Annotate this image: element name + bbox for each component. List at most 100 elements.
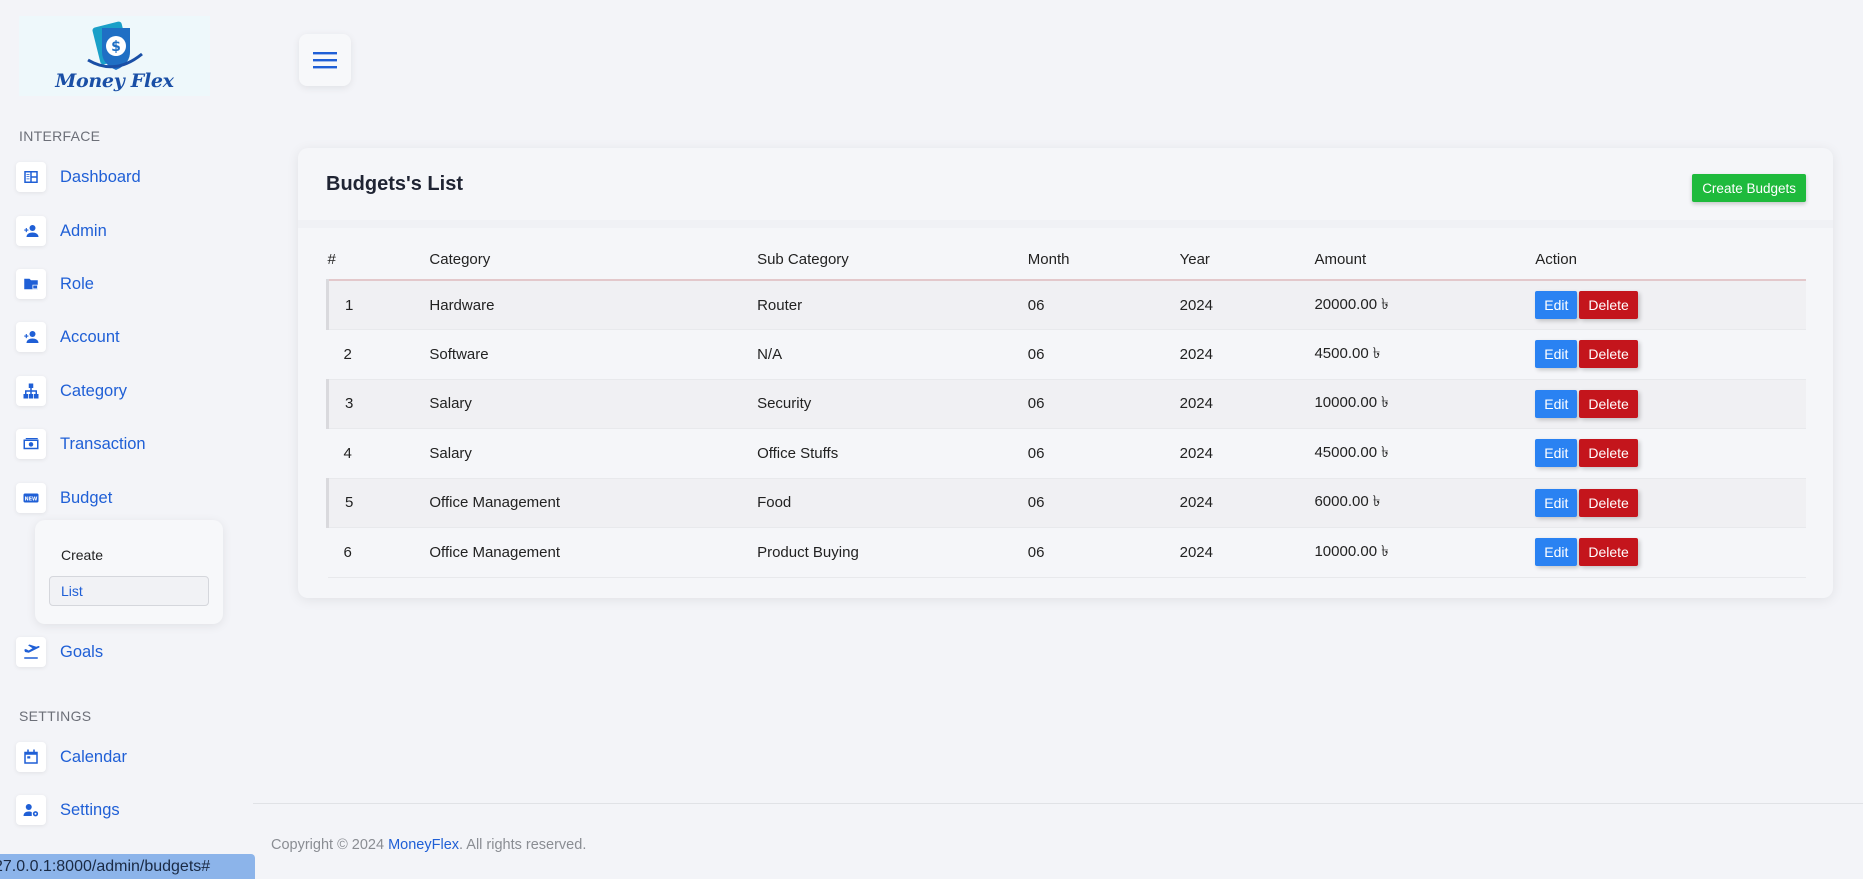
sidebar-item-category[interactable]: Category [16, 371, 127, 411]
category-cell: Office Management [429, 527, 758, 578]
action-cell: Edit Delete [1535, 329, 1806, 380]
table-header-row: # Category Sub Category Month Year Amoun… [327, 240, 1806, 281]
sidebar-item-label: Dashboard [60, 167, 141, 186]
sidebar-item-dashboard[interactable]: Dashboard [16, 157, 141, 197]
page-title: Budgets's List [326, 173, 463, 195]
create-budgets-button[interactable]: Create Budgets [1692, 174, 1806, 202]
status-url: 27.0.0.1:8000/admin/budgets# [0, 857, 211, 875]
menu-toggle-button[interactable] [299, 34, 351, 86]
category-cell: Salary [429, 428, 758, 479]
footer-suffix: . All rights reserved. [459, 837, 587, 853]
year-cell: 2024 [1179, 428, 1315, 479]
section-label-interface: INTERFACE [19, 128, 101, 144]
person-add-icon [16, 216, 46, 246]
delete-button[interactable]: Delete [1579, 291, 1638, 319]
svg-text:NEW: NEW [25, 496, 38, 502]
sub-category-cell: Router [757, 280, 1028, 330]
category-cell: Software [429, 329, 758, 380]
column-header: Year [1179, 240, 1315, 281]
month-cell: 06 [1027, 379, 1180, 429]
column-header: Amount [1314, 240, 1536, 281]
footer-brand-link[interactable]: MoneyFlex [388, 837, 459, 853]
sub-category-cell: Security [757, 379, 1028, 429]
table-row: 2 Software N/A 06 2024 4500.00 ৳ Edit Del… [327, 329, 1806, 380]
submenu-item-create[interactable]: Create [61, 547, 103, 563]
hamburger-icon [313, 52, 337, 69]
amount-cell: 10000.00 ৳ [1314, 527, 1536, 578]
edit-button[interactable]: Edit [1535, 488, 1578, 517]
hierarchy-icon [16, 376, 46, 406]
category-cell: Office Management [429, 478, 758, 528]
sidebar-item-label: Role [60, 274, 94, 293]
sidebar-item-role[interactable]: Role [16, 264, 94, 304]
table-row: 4 Salary Office Stuffs 06 2024 45000.00 … [327, 428, 1806, 479]
action-cell: Edit Delete [1535, 428, 1806, 479]
year-cell: 2024 [1179, 527, 1315, 578]
edit-button[interactable]: Edit [1535, 340, 1578, 369]
sidebar-item-calendar[interactable]: Calendar [16, 737, 127, 777]
column-header: Action [1535, 240, 1806, 281]
section-label-settings: SETTINGS [19, 708, 92, 724]
edit-button[interactable]: Edit [1535, 439, 1578, 468]
sidebar-item-label: Category [60, 381, 127, 400]
column-header: Sub Category [757, 240, 1028, 281]
sub-category-cell: Office Stuffs [757, 428, 1028, 479]
action-cell: Edit Delete [1535, 379, 1806, 429]
sidebar-item-settings[interactable]: Settings [16, 790, 120, 830]
sidebar-item-goals[interactable]: Goals [16, 632, 103, 672]
folder-lock-icon [16, 269, 46, 299]
amount-cell: 20000.00 ৳ [1314, 280, 1536, 330]
delete-button[interactable]: Delete [1579, 340, 1638, 369]
brand-logo[interactable]: $ Money Flex [19, 16, 210, 96]
footer-divider [253, 803, 1863, 804]
sidebar: $ Money Flex INTERFACE Dashboard Admin R… [0, 0, 253, 879]
row-number: 5 [326, 478, 430, 528]
submenu-item-list[interactable]: List [49, 576, 209, 606]
calendar-icon [16, 742, 46, 772]
action-cell: Edit Delete [1535, 280, 1806, 330]
action-cell: Edit Delete [1535, 478, 1806, 528]
sidebar-item-label: Settings [60, 800, 120, 819]
month-cell: 06 [1027, 428, 1180, 479]
logo-text: Money Flex [55, 70, 174, 92]
table-row: 5 Office Management Food 06 2024 6000.00… [326, 478, 1806, 528]
edit-button[interactable]: Edit [1535, 389, 1578, 418]
action-cell: Edit Delete [1535, 527, 1806, 578]
month-cell: 06 [1027, 527, 1180, 578]
sidebar-item-account[interactable]: Account [16, 317, 120, 357]
year-cell: 2024 [1179, 379, 1315, 429]
sub-category-cell: Product Buying [757, 527, 1028, 578]
edit-button[interactable]: Edit [1535, 538, 1578, 567]
delete-button[interactable]: Delete [1579, 538, 1638, 567]
delete-button[interactable]: Delete [1579, 439, 1638, 468]
money-icon [16, 429, 46, 459]
person-gear-icon [16, 795, 46, 825]
edit-button[interactable]: Edit [1535, 291, 1578, 319]
budget-submenu: Create List [35, 520, 223, 624]
sidebar-item-budget[interactable]: NEW Budget [16, 478, 112, 518]
sub-category-cell: N/A [757, 329, 1028, 380]
sidebar-item-label: Budget [60, 488, 113, 507]
sidebar-item-admin[interactable]: Admin [16, 211, 107, 251]
sidebar-item-label: Admin [60, 221, 107, 240]
month-cell: 06 [1027, 329, 1180, 380]
column-header: Month [1027, 240, 1180, 281]
sidebar-item-transaction[interactable]: Transaction [16, 424, 146, 464]
row-number: 1 [326, 280, 430, 330]
footer-copyright: Copyright © 2024 MoneyFlex. All rights r… [271, 837, 586, 853]
year-cell: 2024 [1179, 280, 1315, 330]
column-header: # [327, 240, 430, 281]
amount-cell: 4500.00 ৳ [1314, 329, 1536, 380]
row-number: 2 [327, 329, 430, 380]
svg-text:$: $ [111, 39, 121, 55]
row-number: 4 [327, 428, 430, 479]
category-cell: Salary [429, 379, 758, 429]
year-cell: 2024 [1179, 478, 1315, 528]
month-cell: 06 [1027, 280, 1180, 330]
year-cell: 2024 [1179, 329, 1315, 380]
sidebar-item-label: Account [60, 327, 120, 346]
card-header-divider [298, 220, 1833, 228]
column-header: Category [429, 240, 758, 281]
delete-button[interactable]: Delete [1579, 389, 1638, 418]
delete-button[interactable]: Delete [1579, 488, 1638, 517]
